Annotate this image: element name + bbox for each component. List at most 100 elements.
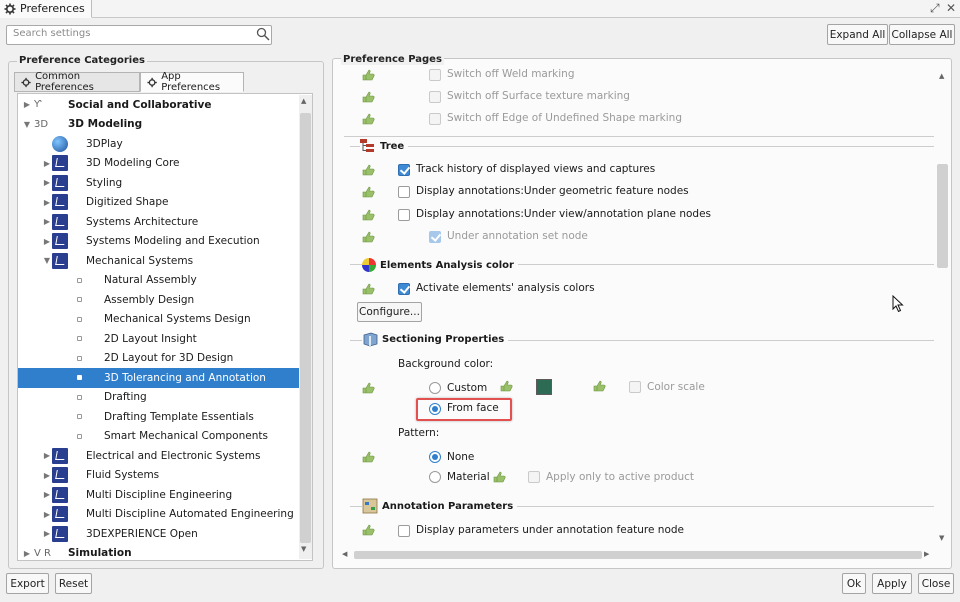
- scroll-left-icon[interactable]: ◀: [342, 550, 347, 558]
- license-hand-icon: [362, 524, 375, 536]
- tree-item[interactable]: Smart Mechanical Components: [18, 427, 300, 447]
- collapse-arrow-icon[interactable]: ▼: [22, 120, 32, 129]
- close-button[interactable]: Close: [918, 573, 954, 594]
- expand-all-button[interactable]: Expand All: [827, 24, 888, 45]
- expand-arrow-icon[interactable]: ▶: [42, 217, 52, 226]
- tree-section-title: Tree: [360, 139, 409, 153]
- tree-option-checkbox[interactable]: [429, 230, 441, 243]
- categories-title: Preference Categories: [17, 55, 147, 66]
- tree-item[interactable]: ▶ Electrical and Electronic Systems: [18, 446, 300, 466]
- background-color-label: Background color:: [398, 358, 494, 370]
- expand-arrow-icon[interactable]: ▶: [42, 451, 52, 460]
- color-scale-checkbox[interactable]: [629, 381, 641, 393]
- tree-item[interactable]: ▶ Systems Modeling and Execution: [18, 232, 300, 252]
- option-label: Display parameters under annotation feat…: [416, 524, 684, 536]
- tree-item[interactable]: 2D Layout Insight: [18, 329, 300, 349]
- custom-radio[interactable]: [429, 382, 441, 394]
- tree-item[interactable]: ▼ Mechanical Systems: [18, 251, 300, 271]
- scroll-down-icon[interactable]: ▼: [939, 534, 944, 542]
- activate-analysis-colors-checkbox[interactable]: [398, 283, 410, 295]
- weld-option-checkbox[interactable]: [429, 113, 441, 125]
- annotation-params-section-title: Annotation Parameters: [362, 498, 518, 514]
- tab-label: App Preferences: [161, 71, 221, 93]
- window-tab[interactable]: Preferences: [0, 0, 92, 18]
- tree-item-label: Fluid Systems: [86, 469, 160, 482]
- pages-horizontal-scrollbar[interactable]: ◀ ▶: [340, 549, 934, 561]
- display-parameters-checkbox[interactable]: [398, 525, 410, 537]
- scroll-up-icon[interactable]: ▲: [301, 97, 306, 105]
- expand-arrow-icon[interactable]: ▶: [42, 529, 52, 538]
- 3d-text-icon: 3D: [34, 118, 49, 130]
- tree-item[interactable]: ▶ Ƴ Social and Collaborative: [18, 95, 300, 115]
- expand-arrow-icon[interactable]: ▶: [22, 549, 32, 558]
- background-color-swatch[interactable]: [536, 379, 552, 395]
- tree-item[interactable]: Mechanical Systems Design: [18, 310, 300, 330]
- tree-scrollbar[interactable]: ▲ ▼: [299, 95, 312, 559]
- app-icon: [52, 486, 68, 503]
- tree-item[interactable]: Drafting Template Essentials: [18, 407, 300, 427]
- tree-item[interactable]: ▶ V R Simulation: [18, 544, 300, 561]
- pages-scroll-thumb[interactable]: [937, 164, 948, 268]
- category-tree[interactable]: ▶ Ƴ Social and Collaborative ▼ 3D 3D Modeling…: [17, 93, 313, 561]
- apply-button[interactable]: Apply: [872, 573, 912, 594]
- expand-arrow-icon[interactable]: ▶: [42, 510, 52, 519]
- collapse-all-button[interactable]: Collapse All: [889, 24, 955, 45]
- color-wheel-icon: [362, 258, 376, 272]
- apply-active-product-checkbox[interactable]: [528, 471, 540, 483]
- close-icon[interactable]: ✕: [946, 1, 956, 15]
- tree-item[interactable]: ▶ Systems Architecture: [18, 212, 300, 232]
- pattern-material-radio[interactable]: [429, 471, 441, 483]
- tree-item[interactable]: 3DPlay: [18, 134, 300, 154]
- from-face-radio[interactable]: [429, 403, 441, 415]
- collapse-arrow-icon[interactable]: ▼: [42, 256, 52, 265]
- tree-item[interactable]: Natural Assembly: [18, 271, 300, 291]
- tree-scroll-thumb[interactable]: [300, 113, 311, 543]
- tree-option-checkbox[interactable]: [398, 164, 410, 176]
- tree-item-label: 3D Tolerancing and Annotation: [104, 371, 266, 384]
- section-divider: [350, 146, 934, 147]
- expand-arrow-icon[interactable]: ▶: [42, 490, 52, 499]
- tree-item[interactable]: ▶ Multi Discipline Automated Engineering: [18, 505, 300, 525]
- tab-app-preferences[interactable]: App Preferences: [140, 71, 244, 93]
- tree-item-label: 3D Modeling: [68, 118, 143, 131]
- tree-item[interactable]: 2D Layout for 3D Design: [18, 349, 300, 369]
- tree-item-label: Styling: [86, 176, 123, 189]
- tree-item[interactable]: ▶ Multi Discipline Engineering: [18, 485, 300, 505]
- app-icon: [52, 213, 68, 230]
- scroll-down-icon[interactable]: ▼: [301, 545, 306, 553]
- tree-item[interactable]: Assembly Design: [18, 290, 300, 310]
- ok-button[interactable]: Ok: [842, 573, 866, 594]
- tree-item[interactable]: ▶ Fluid Systems: [18, 466, 300, 486]
- tree-item[interactable]: ▼ 3D 3D Modeling: [18, 115, 300, 135]
- pages-hscroll-thumb[interactable]: [354, 551, 922, 559]
- tree-option-checkbox[interactable]: [398, 186, 410, 199]
- scroll-right-icon[interactable]: ▶: [924, 550, 929, 558]
- tree-item-label: 2D Layout for 3D Design: [104, 352, 234, 365]
- configure-button[interactable]: Configure...: [357, 302, 422, 322]
- expand-arrow-icon[interactable]: ▶: [22, 100, 32, 109]
- reset-button[interactable]: Reset: [55, 573, 92, 594]
- tree-item[interactable]: Drafting: [18, 388, 300, 408]
- pages-vertical-scrollbar[interactable]: ▲ ▼: [936, 66, 949, 548]
- export-button[interactable]: Export: [6, 573, 49, 594]
- tree-item[interactable]: 3D Tolerancing and Annotation: [18, 368, 300, 388]
- tree-item[interactable]: ▶ 3D Modeling Core: [18, 154, 300, 174]
- expand-arrow-icon[interactable]: ▶: [42, 237, 52, 246]
- tree-item-label: 2D Layout Insight: [104, 332, 197, 345]
- expand-arrow-icon[interactable]: ▶: [42, 198, 52, 207]
- scroll-up-icon[interactable]: ▲: [939, 72, 944, 80]
- tree-item[interactable]: ▶ 3DEXPERIENCE Open: [18, 524, 300, 544]
- tree-item[interactable]: ▶ Digitized Shape: [18, 193, 300, 213]
- tree-option-checkbox[interactable]: [398, 208, 410, 221]
- tab-common-preferences[interactable]: Common Preferences: [14, 71, 140, 93]
- expand-arrow-icon[interactable]: ▶: [42, 178, 52, 187]
- weld-option-checkbox[interactable]: [429, 69, 441, 81]
- tree-item[interactable]: ▶ Styling: [18, 173, 300, 193]
- maximize-icon[interactable]: ⤢: [930, 1, 940, 16]
- pattern-none-radio[interactable]: [429, 451, 441, 463]
- search-input[interactable]: Search settings: [6, 25, 272, 45]
- weld-option-checkbox[interactable]: [429, 91, 441, 103]
- expand-arrow-icon[interactable]: ▶: [42, 471, 52, 480]
- search-icon[interactable]: [256, 27, 270, 41]
- expand-arrow-icon[interactable]: ▶: [42, 159, 52, 168]
